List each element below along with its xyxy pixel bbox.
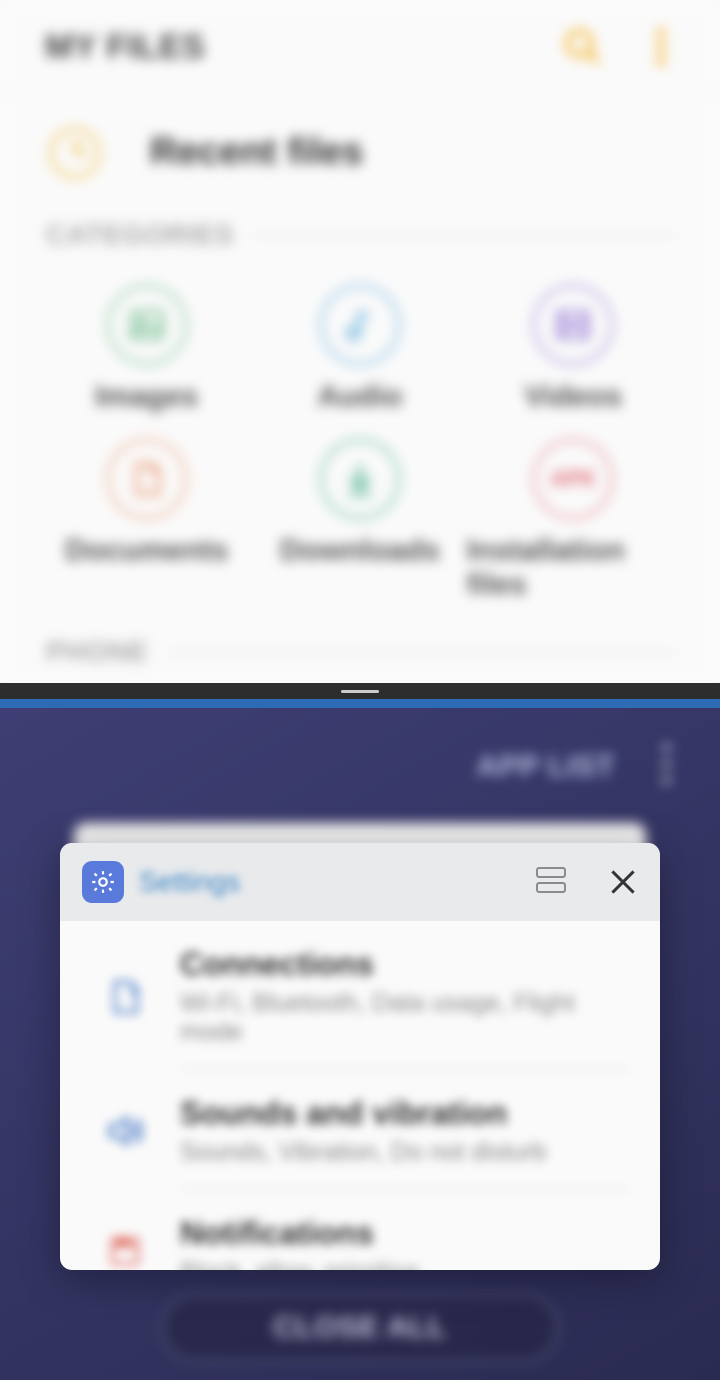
row-subtitle: Sounds, Vibration, Do not disturb [180, 1138, 625, 1167]
row-title: Notifications [180, 1215, 625, 1252]
more-options-icon[interactable] [637, 23, 685, 71]
search-icon[interactable] [559, 23, 607, 71]
section-categories: CATEGORIES [0, 210, 720, 260]
connections-icon [100, 972, 150, 1022]
row-subtitle: Block, allow, prioritise [180, 1258, 625, 1270]
category-images[interactable]: Images [40, 285, 253, 414]
row-title: Connections [180, 946, 625, 983]
notifications-icon [100, 1226, 150, 1270]
row-title: Sounds and vibration [180, 1095, 625, 1132]
recent-files-label: Recent files [150, 131, 363, 174]
section-phone: PHONE [0, 627, 720, 677]
settings-row-notifications[interactable]: Notifications Block, allow, prioritise [60, 1190, 660, 1270]
category-audio[interactable]: Audio [253, 285, 466, 414]
close-all-button[interactable]: CLOSE ALL [161, 1294, 559, 1362]
close-icon[interactable] [608, 867, 638, 897]
category-documents[interactable]: Documents [40, 439, 253, 602]
card-app-name: Settings [139, 866, 240, 898]
app-title: MY FILES [45, 28, 529, 67]
row-subtitle: Wi-Fi, Bluetooth, Data usage, Flight mod… [180, 989, 625, 1047]
settings-row-connections[interactable]: Connections Wi-Fi, Bluetooth, Data usage… [60, 921, 660, 1069]
app-list-link[interactable]: APP LIST [477, 750, 615, 784]
settings-app-icon[interactable] [82, 861, 124, 903]
recent-files-row[interactable]: Recent files [0, 95, 720, 210]
image-icon [107, 285, 187, 365]
settings-row-sounds[interactable]: Sounds and vibration Sounds, Vibration, … [60, 1070, 660, 1189]
category-installation-files[interactable]: APK Installation files [467, 439, 680, 602]
apk-icon: APK [533, 439, 613, 519]
sound-icon [100, 1106, 150, 1156]
open-split-icon[interactable] [536, 867, 566, 897]
files-app-header: MY FILES [0, 0, 720, 95]
download-icon [320, 439, 400, 519]
split-screen-handle[interactable] [0, 683, 720, 699]
document-icon [107, 439, 187, 519]
recents-more-icon[interactable] [652, 738, 680, 790]
split-indicator [0, 699, 720, 708]
music-icon [320, 285, 400, 365]
category-videos[interactable]: Videos [467, 285, 680, 414]
categories-grid: Images Audio Videos Documents [0, 260, 720, 627]
category-downloads[interactable]: Downloads [253, 439, 466, 602]
recents-card-settings[interactable]: Settings Connections Wi-Fi, Bluetooth, D… [60, 843, 660, 1270]
video-icon [533, 285, 613, 365]
card-header: Settings [60, 843, 660, 921]
clock-icon [50, 128, 100, 178]
